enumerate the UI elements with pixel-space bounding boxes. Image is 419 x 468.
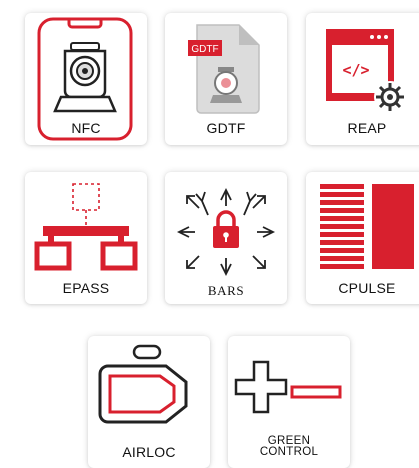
airloc-label: AIRLOC [122,444,176,460]
green-control-label: GREEN CONTROL [259,435,319,458]
gdtf-label: GDTF [206,120,246,136]
cpulse-tile[interactable]: CPULSE [306,172,419,304]
reap-label: REAP [347,120,387,136]
cpulse-label: CPULSE [338,280,396,296]
nfc-tile[interactable]: NFC [25,13,147,145]
gdtf-badge: GDTF [191,44,218,55]
epass-tile[interactable]: EPASS [25,172,147,304]
bars-tile[interactable]: BARS [165,172,287,304]
nfc-label: NFC [71,120,101,136]
code-glyph: </> [342,61,369,79]
epass-label: EPASS [62,280,110,296]
reap-tile[interactable]: </> REAP [306,13,419,145]
airloc-tile[interactable]: AIRLOC [88,336,210,468]
green-control-tile[interactable]: GREEN CONTROL [228,336,350,468]
gdtf-tile[interactable]: GDTF GDTF [165,13,287,145]
bars-label: BARS [207,283,245,298]
